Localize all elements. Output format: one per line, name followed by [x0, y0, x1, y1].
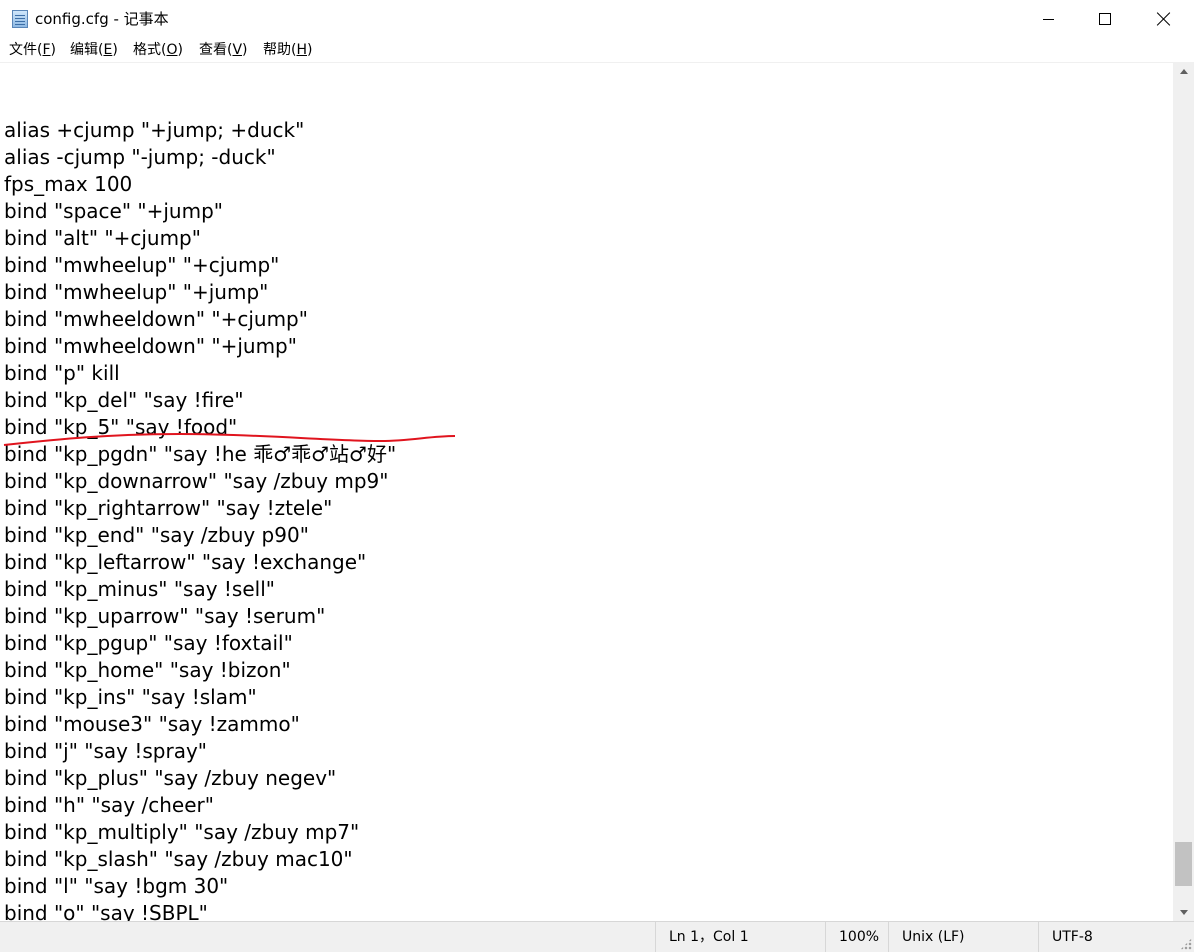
- minimize-button[interactable]: [1019, 0, 1077, 38]
- arrow-down-icon: [1179, 910, 1188, 915]
- notepad-icon: [12, 10, 28, 28]
- scroll-down-button[interactable]: [1173, 904, 1194, 921]
- status-bar: Ln 1，Col 1 100% Unix (LF) UTF-8: [0, 921, 1194, 952]
- menu-file[interactable]: 文件(F): [8, 40, 57, 60]
- resize-grip-icon[interactable]: [1180, 938, 1192, 950]
- scroll-up-button[interactable]: [1173, 63, 1194, 80]
- window-title: config.cfg - 记事本: [35, 10, 169, 28]
- close-icon: [1157, 12, 1171, 26]
- menu-help[interactable]: 帮助(H): [262, 40, 313, 60]
- zoom-level: 100%: [825, 922, 889, 952]
- red-underline-annotation: [3, 432, 456, 446]
- line-ending: Unix (LF): [888, 922, 1039, 952]
- text-editor[interactable]: alias +cjump "+jump; +duck" alias -cjump …: [0, 63, 1173, 921]
- minimize-icon: [1042, 18, 1054, 20]
- title-bar[interactable]: config.cfg - 记事本: [0, 0, 1194, 38]
- arrow-up-icon: [1179, 69, 1188, 74]
- cursor-position: Ln 1，Col 1: [655, 922, 830, 952]
- encoding: UTF-8: [1038, 922, 1178, 952]
- maximize-icon: [1099, 13, 1111, 25]
- menu-format[interactable]: 格式(O): [132, 40, 184, 60]
- maximize-button[interactable]: [1076, 0, 1134, 38]
- menu-bar: 文件(F) 编辑(E) 格式(O) 查看(V) 帮助(H): [0, 38, 1194, 63]
- menu-edit[interactable]: 编辑(E): [69, 40, 119, 60]
- scroll-thumb[interactable]: [1175, 842, 1192, 886]
- vertical-scrollbar[interactable]: [1173, 63, 1194, 921]
- menu-view[interactable]: 查看(V): [198, 40, 249, 60]
- close-button[interactable]: [1134, 0, 1194, 38]
